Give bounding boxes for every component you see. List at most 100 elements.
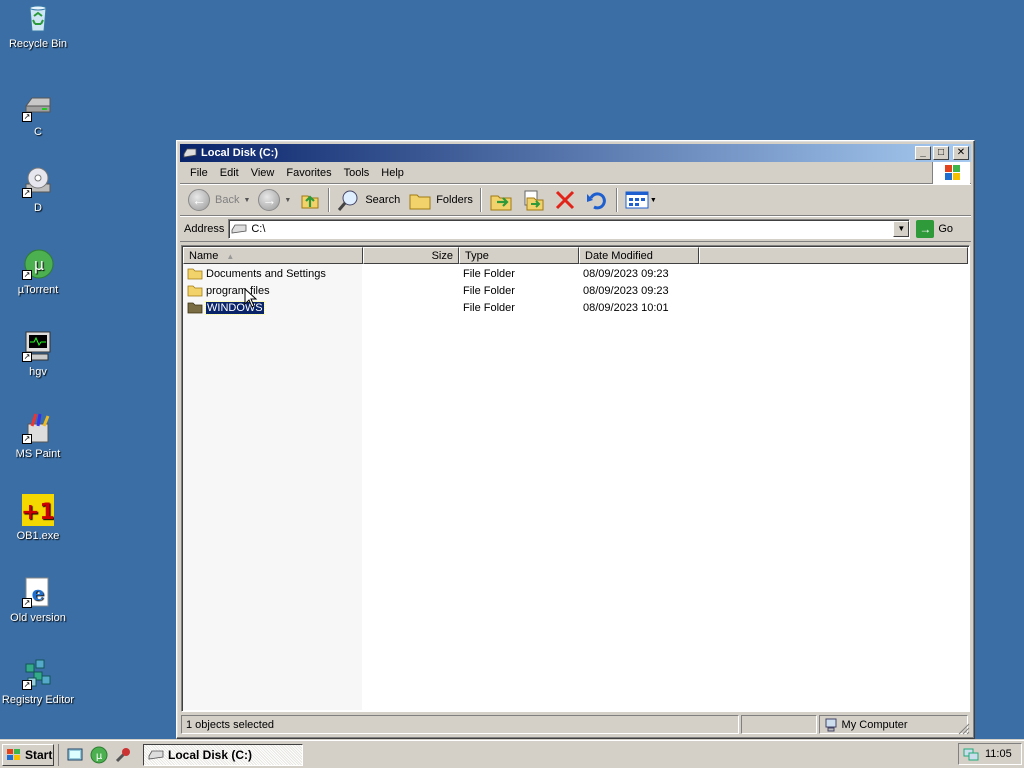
status-zone-label: My Computer — [841, 718, 908, 731]
undo-icon — [586, 192, 606, 210]
folders-button[interactable]: Folders — [404, 186, 477, 214]
menu-tools[interactable]: Tools — [338, 167, 376, 179]
go-button[interactable]: → Go — [916, 220, 953, 238]
address-bar: Address C:\ ▼ → Go — [180, 216, 971, 242]
minimize-button[interactable]: _ — [915, 146, 931, 160]
close-button[interactable]: ✕ — [953, 146, 969, 160]
up-folder-icon — [301, 195, 319, 209]
file-date-modified: 08/09/2023 09:23 — [583, 284, 669, 297]
desktop-icon-recycle-bin[interactable]: Recycle Bin — [0, 2, 76, 51]
svg-text:+1: +1 — [22, 500, 54, 525]
chevron-down-icon: ▼ — [284, 196, 292, 204]
forward-button[interactable]: → ▼ — [254, 186, 295, 214]
system-tray: 11:05 — [958, 743, 1022, 765]
desktop-icon-label: MS Paint — [15, 448, 61, 460]
file-rows: Documents and Settings File Folder 08/09… — [183, 265, 968, 316]
move-to-button[interactable] — [485, 186, 517, 214]
desktop-icon-utorrent[interactable]: µ ↗ µTorrent — [0, 248, 76, 297]
move-to-icon — [490, 195, 512, 211]
file-date-modified: 08/09/2023 09:23 — [583, 267, 669, 280]
desktop-icon-old-version[interactable]: e ↗ Old version — [0, 576, 76, 625]
table-row[interactable]: Documents and Settings File Folder 08/09… — [183, 265, 968, 282]
hard-drive-icon — [183, 148, 197, 158]
svg-text:µ: µ — [34, 255, 44, 274]
desktop-icon-label: C — [34, 126, 42, 138]
column-header-size[interactable]: Size — [363, 247, 459, 264]
desktop-icon-ob1[interactable]: +1 OB1.exe — [0, 494, 76, 543]
shortcut-arrow-icon: ↗ — [22, 188, 32, 198]
show-desktop-icon[interactable] — [66, 746, 84, 764]
menu-view[interactable]: View — [245, 167, 281, 179]
desktop-icon-label: hgv — [29, 366, 47, 378]
address-dropdown-button[interactable]: ▼ — [893, 221, 910, 237]
toolbar-separator — [615, 188, 618, 212]
folder-icon — [187, 302, 203, 314]
file-type: File Folder — [463, 267, 515, 280]
up-folder-button[interactable] — [295, 186, 325, 214]
toolbar-separator — [479, 188, 482, 212]
column-header-date-modified[interactable]: Date Modified — [579, 247, 699, 264]
desktop-icon-label: Recycle Bin — [8, 38, 68, 50]
title-bar[interactable]: Local Disk (C:) _ □ ✕ — [180, 144, 971, 162]
recycle-bin-icon — [22, 2, 54, 34]
search-button[interactable]: Search — [333, 186, 404, 214]
menu-bar: File Edit View Favorites Tools Help — [180, 162, 971, 184]
toolbar-separator — [328, 188, 331, 212]
resize-grip-icon[interactable] — [958, 723, 970, 735]
tools-icon[interactable] — [114, 746, 132, 764]
file-date-modified: 08/09/2023 10:01 — [583, 301, 669, 314]
folder-icon — [187, 268, 203, 280]
menu-edit[interactable]: Edit — [214, 167, 245, 179]
table-row-selected[interactable]: WINDOWS File Folder 08/09/2023 10:01 — [183, 299, 968, 316]
go-arrow-icon: → — [916, 220, 935, 238]
address-input[interactable]: C:\ ▼ — [228, 219, 911, 239]
views-button[interactable]: ▼ — [621, 186, 661, 214]
shortcut-arrow-icon: ↗ — [22, 680, 32, 690]
menu-favorites[interactable]: Favorites — [280, 167, 337, 179]
taskbar-button-local-disk[interactable]: Local Disk (C:) — [143, 743, 303, 766]
mouse-cursor-icon — [244, 288, 258, 308]
column-header-name[interactable]: Name ▲ — [183, 247, 363, 264]
folders-icon — [409, 194, 431, 210]
menu-file[interactable]: File — [184, 167, 214, 179]
name-column-highlight — [183, 264, 362, 710]
undo-button[interactable] — [581, 186, 613, 214]
ob1-icon: +1 — [21, 494, 55, 526]
svg-text:µ: µ — [96, 751, 103, 762]
column-header-label: Name — [189, 250, 219, 262]
standard-toolbar: ← Back ▼ → ▼ Search Folders ▼ — [180, 184, 971, 216]
table-row[interactable]: program files File Folder 08/09/2023 09:… — [183, 282, 968, 299]
menu-help[interactable]: Help — [375, 167, 410, 179]
back-button[interactable]: ← Back ▼ — [184, 186, 254, 214]
start-button[interactable]: Start — [2, 743, 54, 766]
window-title: Local Disk (C:) — [201, 147, 279, 159]
paint-icon: ↗ — [22, 412, 54, 444]
copy-to-button[interactable] — [517, 186, 549, 214]
svg-text:e: e — [32, 581, 45, 605]
clock[interactable]: 11:05 — [985, 748, 1012, 760]
explorer-window: Local Disk (C:) _ □ ✕ File Edit View Fav… — [176, 140, 975, 739]
folder-icon — [187, 285, 203, 297]
desktop-icon-ms-paint[interactable]: ↗ MS Paint — [0, 412, 76, 461]
shortcut-arrow-icon: ↗ — [22, 598, 32, 608]
views-icon — [625, 191, 649, 209]
desktop-icon-registry-editor[interactable]: ↗ Registry Editor — [0, 658, 76, 707]
desktop-icon-d[interactable]: ↗ D — [0, 166, 76, 215]
chevron-down-icon: ▼ — [243, 196, 251, 204]
maximize-button[interactable]: □ — [933, 146, 949, 160]
desktop-icon-hgv[interactable]: ↗ hgv — [0, 330, 76, 379]
delete-button[interactable] — [549, 186, 581, 214]
column-header-empty — [699, 247, 968, 264]
back-arrow-icon: ← — [188, 189, 210, 211]
chevron-down-icon: ▼ — [649, 196, 657, 204]
desktop-icon-c[interactable]: ↗ C — [0, 90, 76, 139]
file-list[interactable]: Name ▲ Size Type Date Modified Documents … — [181, 245, 970, 712]
status-zone: My Computer — [818, 715, 968, 734]
status-bar: 1 objects selected My Computer — [181, 715, 970, 735]
network-icon[interactable] — [963, 746, 979, 762]
column-header-type[interactable]: Type — [459, 247, 579, 264]
address-label: Address — [184, 223, 225, 235]
file-type: File Folder — [463, 301, 515, 314]
utorrent-icon[interactable]: µ — [90, 746, 108, 764]
desktop-icon-label: Old version — [10, 612, 66, 624]
